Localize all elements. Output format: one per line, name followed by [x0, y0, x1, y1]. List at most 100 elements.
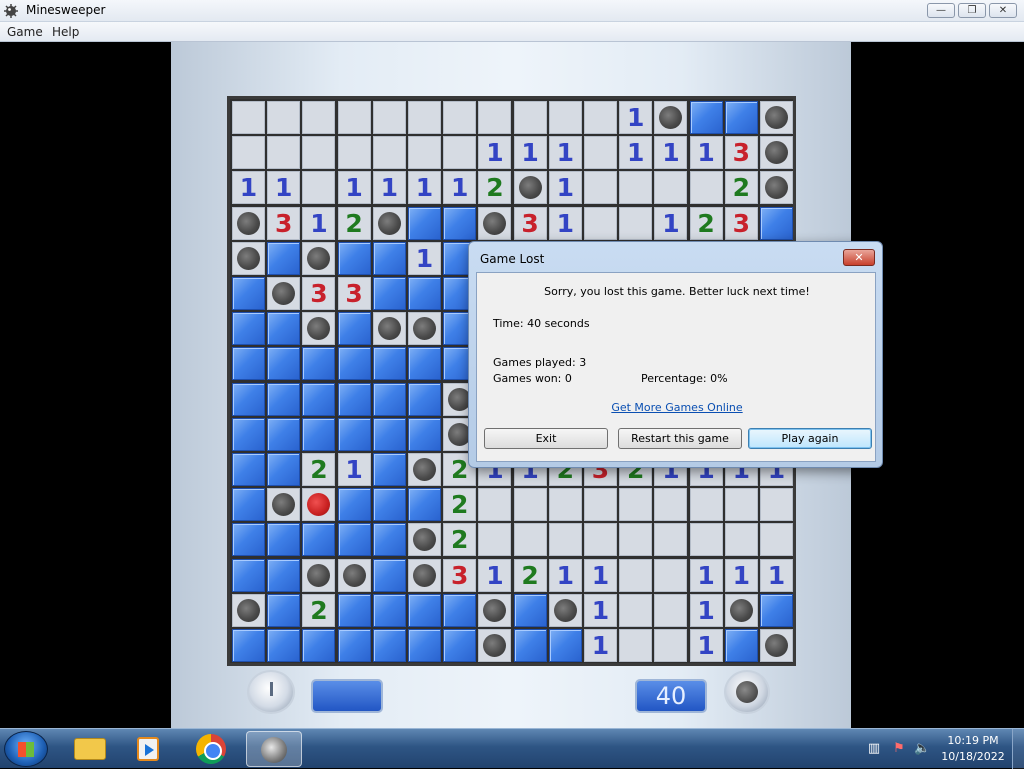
- number-cell[interactable]: 2: [443, 488, 477, 522]
- unopened-cell[interactable]: [337, 241, 371, 275]
- unopened-cell[interactable]: [443, 206, 477, 240]
- mine-cell[interactable]: [372, 206, 406, 240]
- empty-cell[interactable]: [267, 101, 301, 134]
- empty-cell[interactable]: [619, 593, 653, 627]
- number-cell[interactable]: 3: [513, 206, 547, 240]
- empty-cell[interactable]: [654, 488, 688, 522]
- unopened-cell[interactable]: [443, 593, 477, 627]
- number-cell[interactable]: 1: [654, 206, 688, 240]
- empty-cell[interactable]: [513, 101, 547, 134]
- unopened-cell[interactable]: [408, 629, 441, 662]
- start-button[interactable]: [4, 731, 48, 767]
- empty-cell[interactable]: [337, 136, 371, 170]
- empty-cell[interactable]: [689, 523, 723, 557]
- empty-cell[interactable]: [654, 171, 688, 205]
- number-cell[interactable]: 1: [584, 558, 617, 592]
- empty-cell[interactable]: [372, 136, 406, 170]
- unopened-cell[interactable]: [232, 523, 265, 557]
- unopened-cell[interactable]: [267, 241, 301, 275]
- unopened-cell[interactable]: [337, 417, 371, 451]
- minimize-button[interactable]: —: [927, 3, 955, 18]
- number-cell[interactable]: 3: [337, 277, 371, 310]
- number-cell[interactable]: 1: [232, 171, 265, 205]
- mine-cell[interactable]: [408, 558, 441, 592]
- unopened-cell[interactable]: [513, 593, 547, 627]
- taskbar-chrome[interactable]: [184, 731, 240, 767]
- unopened-cell[interactable]: [408, 206, 441, 240]
- number-cell[interactable]: 1: [478, 558, 512, 592]
- menu-game[interactable]: Game: [7, 25, 43, 39]
- number-cell[interactable]: 1: [689, 558, 723, 592]
- empty-cell[interactable]: [513, 523, 547, 557]
- unopened-cell[interactable]: [372, 382, 406, 416]
- unopened-cell[interactable]: [267, 558, 301, 592]
- empty-cell[interactable]: [302, 136, 336, 170]
- empty-cell[interactable]: [372, 101, 406, 134]
- exploded-mine-cell[interactable]: [302, 488, 336, 522]
- mine-cell[interactable]: [724, 593, 758, 627]
- dialog-close-button[interactable]: ✕: [843, 249, 875, 266]
- unopened-cell[interactable]: [232, 629, 265, 662]
- number-cell[interactable]: 1: [408, 241, 441, 275]
- empty-cell[interactable]: [654, 523, 688, 557]
- unopened-cell[interactable]: [337, 347, 371, 381]
- unopened-cell[interactable]: [689, 101, 723, 134]
- number-cell[interactable]: 2: [302, 593, 336, 627]
- mine-cell[interactable]: [548, 593, 582, 627]
- mine-cell[interactable]: [302, 558, 336, 592]
- empty-cell[interactable]: [513, 488, 547, 522]
- empty-cell[interactable]: [619, 206, 653, 240]
- empty-cell[interactable]: [302, 101, 336, 134]
- empty-cell[interactable]: [584, 523, 617, 557]
- empty-cell[interactable]: [619, 629, 653, 662]
- unopened-cell[interactable]: [232, 417, 265, 451]
- unopened-cell[interactable]: [372, 347, 406, 381]
- mine-cell[interactable]: [302, 241, 336, 275]
- mine-cell[interactable]: [408, 523, 441, 557]
- volume-icon[interactable]: 🔈: [914, 741, 930, 757]
- number-cell[interactable]: 1: [689, 593, 723, 627]
- empty-cell[interactable]: [689, 171, 723, 205]
- mine-cell[interactable]: [232, 241, 265, 275]
- mine-cell[interactable]: [267, 488, 301, 522]
- mine-cell[interactable]: [408, 453, 441, 486]
- empty-cell[interactable]: [443, 136, 477, 170]
- number-cell[interactable]: 1: [619, 101, 653, 134]
- number-cell[interactable]: 1: [267, 171, 301, 205]
- unopened-cell[interactable]: [267, 312, 301, 346]
- mine-cell[interactable]: [654, 101, 688, 134]
- unopened-cell[interactable]: [372, 241, 406, 275]
- empty-cell[interactable]: [408, 136, 441, 170]
- empty-cell[interactable]: [443, 101, 477, 134]
- unopened-cell[interactable]: [302, 629, 336, 662]
- play-again-button[interactable]: Play again: [748, 428, 872, 449]
- empty-cell[interactable]: [654, 558, 688, 592]
- number-cell[interactable]: 1: [548, 171, 582, 205]
- number-cell[interactable]: 1: [724, 558, 758, 592]
- number-cell[interactable]: 2: [724, 171, 758, 205]
- mine-cell[interactable]: [302, 312, 336, 346]
- mine-cell[interactable]: [760, 101, 793, 134]
- unopened-cell[interactable]: [337, 629, 371, 662]
- unopened-cell[interactable]: [302, 523, 336, 557]
- unopened-cell[interactable]: [513, 629, 547, 662]
- unopened-cell[interactable]: [232, 488, 265, 522]
- number-cell[interactable]: 1: [760, 558, 793, 592]
- unopened-cell[interactable]: [337, 382, 371, 416]
- mine-cell[interactable]: [232, 593, 265, 627]
- unopened-cell[interactable]: [267, 629, 301, 662]
- mine-cell[interactable]: [478, 206, 512, 240]
- empty-cell[interactable]: [654, 593, 688, 627]
- unopened-cell[interactable]: [372, 488, 406, 522]
- number-cell[interactable]: 1: [372, 171, 406, 205]
- unopened-cell[interactable]: [372, 558, 406, 592]
- number-cell[interactable]: 1: [584, 629, 617, 662]
- number-cell[interactable]: 1: [689, 136, 723, 170]
- number-cell[interactable]: 2: [478, 171, 512, 205]
- unopened-cell[interactable]: [408, 417, 441, 451]
- unopened-cell[interactable]: [267, 382, 301, 416]
- number-cell[interactable]: 2: [443, 523, 477, 557]
- number-cell[interactable]: 1: [548, 206, 582, 240]
- number-cell[interactable]: 1: [408, 171, 441, 205]
- mine-cell[interactable]: [478, 593, 512, 627]
